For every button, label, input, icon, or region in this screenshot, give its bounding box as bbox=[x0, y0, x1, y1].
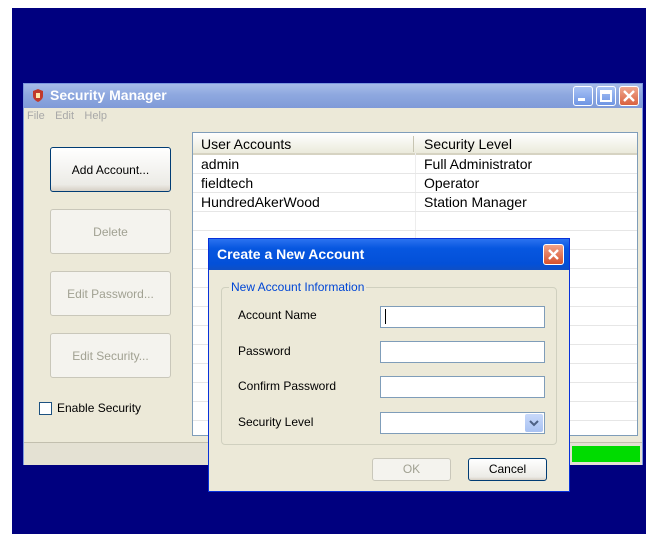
security-level-select[interactable] bbox=[380, 412, 545, 434]
column-divider[interactable] bbox=[413, 136, 414, 152]
table-row[interactable]: fieldtech Operator bbox=[193, 174, 637, 193]
chevron-down-icon bbox=[529, 420, 539, 427]
minimize-icon bbox=[578, 98, 585, 101]
menu-bar: File Edit Help bbox=[24, 108, 642, 125]
add-account-button[interactable]: Add Account... bbox=[50, 147, 171, 192]
checkbox-box[interactable] bbox=[39, 402, 52, 415]
close-icon bbox=[548, 249, 559, 260]
enable-security-label: Enable Security bbox=[57, 401, 142, 415]
account-name-field[interactable] bbox=[380, 306, 545, 328]
confirm-password-field[interactable] bbox=[380, 376, 545, 398]
dialog-close-button[interactable] bbox=[543, 244, 564, 265]
password-field[interactable] bbox=[380, 341, 545, 363]
cell-user: HundredAkerWood bbox=[201, 194, 320, 210]
cell-user: fieldtech bbox=[201, 175, 254, 191]
close-button[interactable] bbox=[619, 86, 639, 106]
cell-level: Station Manager bbox=[424, 194, 527, 210]
close-icon bbox=[623, 90, 635, 102]
menu-help[interactable]: Help bbox=[84, 110, 107, 122]
delete-button[interactable]: Delete bbox=[50, 209, 171, 254]
dialog-title: Create a New Account bbox=[217, 246, 365, 262]
minimize-button[interactable] bbox=[573, 86, 593, 106]
text-caret bbox=[385, 309, 386, 324]
password-label: Password bbox=[238, 344, 291, 358]
edit-security-button[interactable]: Edit Security... bbox=[50, 333, 171, 378]
cell-level: Operator bbox=[424, 175, 480, 191]
cancel-button[interactable]: Cancel bbox=[468, 458, 547, 481]
table-row bbox=[193, 212, 637, 231]
ok-button[interactable]: OK bbox=[372, 458, 451, 481]
confirm-password-label: Confirm Password bbox=[238, 379, 337, 393]
column-header-user-accounts[interactable]: User Accounts bbox=[201, 136, 291, 152]
account-info-group: New Account Information Account Name Pas… bbox=[221, 280, 557, 445]
column-header-security-level[interactable]: Security Level bbox=[424, 136, 512, 152]
list-header: User Accounts Security Level bbox=[193, 133, 637, 155]
menu-file[interactable]: File bbox=[27, 110, 45, 122]
window-title: Security Manager bbox=[50, 87, 167, 103]
cell-level: Full Administrator bbox=[424, 156, 533, 172]
dropdown-button[interactable] bbox=[525, 414, 543, 432]
dialog-titlebar[interactable]: Create a New Account bbox=[209, 239, 569, 270]
edit-password-button[interactable]: Edit Password... bbox=[50, 271, 171, 316]
action-panel: Add Account... Delete Edit Password... E… bbox=[24, 125, 189, 442]
create-account-dialog: Create a New Account New Account Informa… bbox=[208, 238, 570, 492]
group-label: New Account Information bbox=[229, 280, 367, 294]
table-row[interactable]: admin Full Administrator bbox=[193, 155, 637, 174]
maximize-button[interactable] bbox=[596, 86, 616, 106]
progress-bar bbox=[572, 446, 640, 462]
table-row[interactable]: HundredAkerWood Station Manager bbox=[193, 193, 637, 212]
shield-icon bbox=[33, 89, 43, 102]
security-level-label: Security Level bbox=[238, 415, 314, 429]
account-name-label: Account Name bbox=[238, 308, 317, 322]
window-titlebar[interactable]: Security Manager bbox=[24, 84, 642, 108]
menu-edit[interactable]: Edit bbox=[55, 110, 74, 122]
maximize-icon bbox=[600, 90, 612, 102]
cell-user: admin bbox=[201, 156, 240, 172]
